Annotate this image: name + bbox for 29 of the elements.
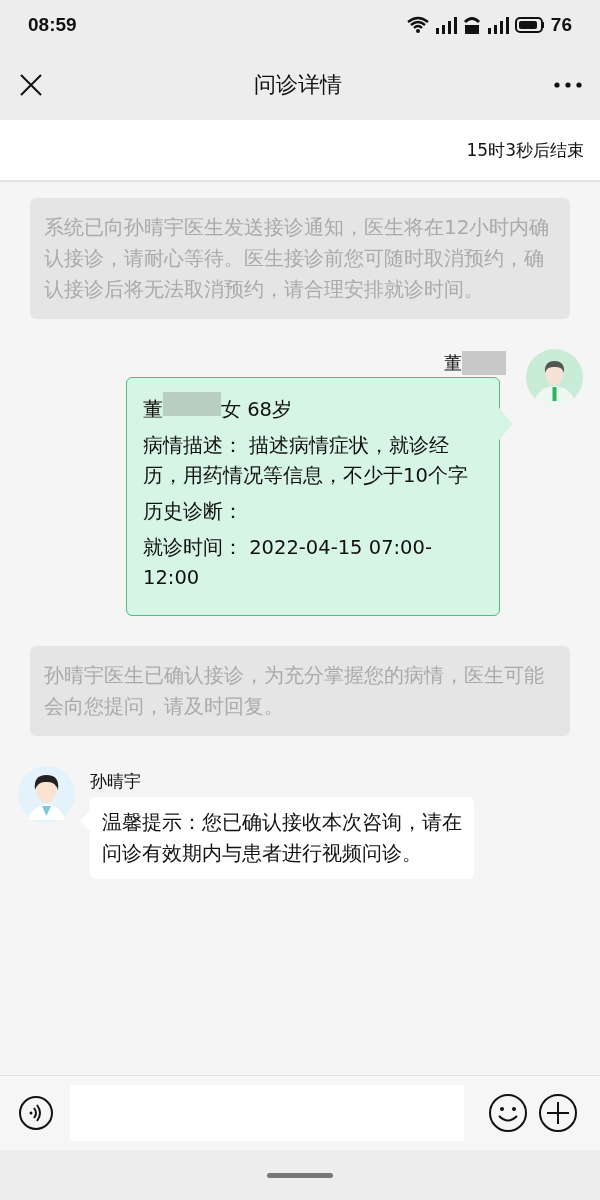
emoji-icon[interactable] <box>488 1093 528 1133</box>
patient-info: 女 68岁 <box>221 398 292 421</box>
redaction-mark <box>462 351 506 375</box>
sender-name: 董 <box>444 351 462 375</box>
add-icon[interactable] <box>538 1093 578 1133</box>
system-notice: 系统已向孙晴宇医生发送接诊通知，医生将在12小时内确认接诊，请耐心等待。医生接诊前您可随时取消预约，确认接诊后将无法取消预约，请合理安排就诊时间。 <box>30 198 570 319</box>
more-icon[interactable] <box>554 82 582 88</box>
sender-name: 孙晴宇 <box>90 770 142 793</box>
avatar-icon[interactable] <box>18 766 75 823</box>
hd-call-icon <box>462 15 481 35</box>
field-label: 历史诊断： <box>143 499 244 525</box>
field-text: 病情描述： 描述病情症状，就诊经历，用药情况等信息，不少于10个字 <box>143 433 469 489</box>
field-text: 就诊时间： 2022-04-15 07:00- 12:00 <box>143 535 433 591</box>
avatar-icon[interactable] <box>526 349 583 406</box>
voice-icon[interactable] <box>18 1095 54 1131</box>
signal-icon <box>486 15 509 35</box>
countdown-text: 15时3秒后结束 <box>466 138 584 162</box>
patient-name: 董 <box>143 398 163 421</box>
battery-icon <box>514 17 545 33</box>
redaction-mark <box>163 392 221 416</box>
system-notice: 孙晴宇医生已确认接诊，为充分掌握您的病情，医生可能会向您提问，请及时回复。 <box>30 646 570 736</box>
signal-icon <box>434 15 457 35</box>
home-indicator[interactable] <box>267 1172 333 1178</box>
status-time: 08:59 <box>28 14 77 36</box>
message-text: 温馨提示：您已确认接收本次咨询，请在问诊有效期内与患者进行视频问诊。 <box>102 810 462 865</box>
page-title: 问诊详情 <box>254 71 342 99</box>
wifi-icon <box>406 16 429 34</box>
battery-level: 76 <box>550 14 572 36</box>
close-icon[interactable] <box>20 74 42 96</box>
